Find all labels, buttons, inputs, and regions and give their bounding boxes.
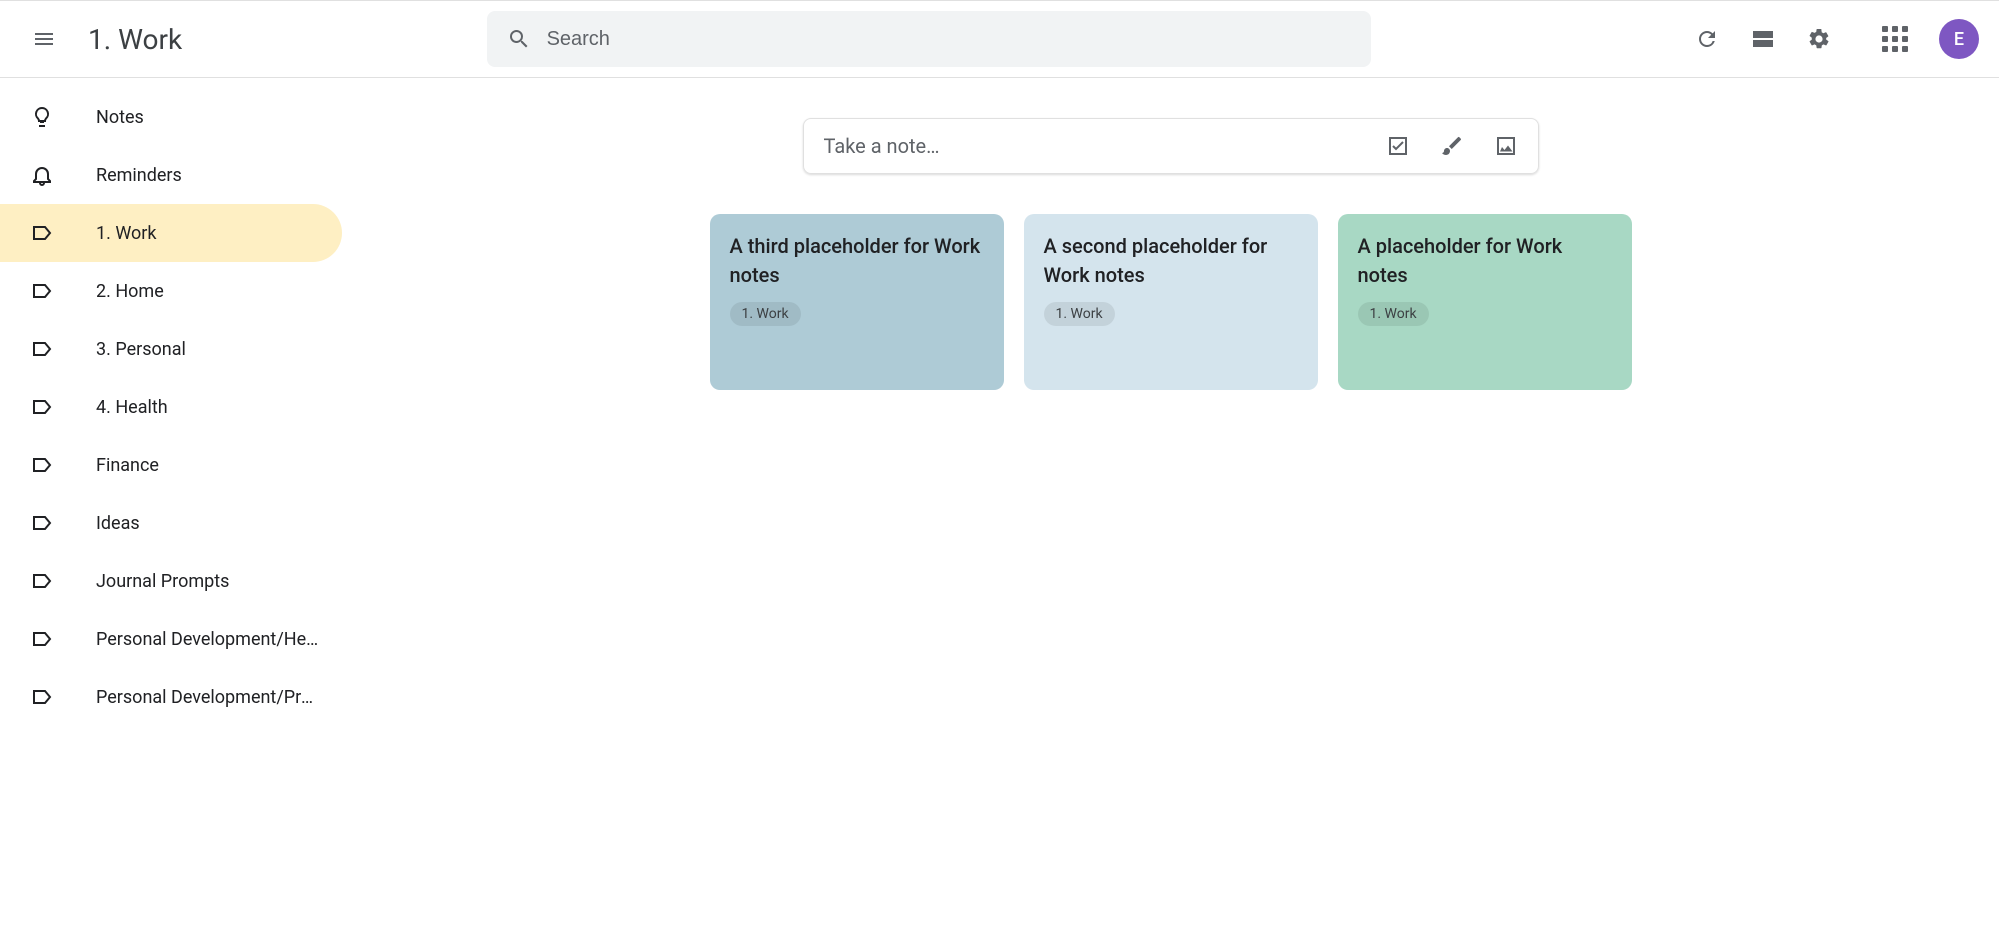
- settings-button[interactable]: [1795, 15, 1843, 63]
- label-icon: [30, 627, 54, 651]
- label-icon: [30, 279, 54, 303]
- sidebar-item-label: Notes: [96, 107, 164, 128]
- sidebar-item-label: Reminders: [96, 165, 202, 186]
- sidebar-item-1-work[interactable]: 1. Work: [0, 204, 342, 262]
- google-apps-button[interactable]: [1871, 15, 1919, 63]
- sidebar-item-personal-development-proj[interactable]: Personal Development/Proj…: [0, 668, 342, 726]
- label-icon: [30, 511, 54, 535]
- label-icon: [30, 685, 54, 709]
- sidebar-item-3-personal[interactable]: 3. Personal: [0, 320, 342, 378]
- sidebar-item-reminders[interactable]: Reminders: [0, 146, 342, 204]
- sidebar-item-label: Finance: [96, 455, 179, 476]
- note-card[interactable]: A placeholder for Work notes 1. Work: [1338, 214, 1632, 390]
- sidebar-item-label: Personal Development/Proj…: [96, 687, 342, 708]
- note-card[interactable]: A third placeholder for Work notes 1. Wor…: [710, 214, 1004, 390]
- bell-icon: [30, 163, 54, 187]
- bulb-icon: [30, 105, 54, 129]
- account-avatar[interactable]: E: [1939, 19, 1979, 59]
- sidebar-item-4-health[interactable]: 4. Health: [0, 378, 342, 436]
- note-card[interactable]: A second placeholder for Work notes 1. Wo…: [1024, 214, 1318, 390]
- main-content: Take a note… A third placeholder for Wor…: [342, 78, 1999, 946]
- note-title: A third placeholder for Work notes: [730, 232, 984, 290]
- sidebar-item-label: 2. Home: [96, 281, 184, 302]
- page-title: 1. Work: [88, 23, 182, 56]
- sidebar-item-journal-prompts[interactable]: Journal Prompts: [0, 552, 342, 610]
- search-bar[interactable]: [487, 11, 1371, 67]
- sidebar-item-label: Ideas: [96, 513, 160, 534]
- brush-icon: [1440, 134, 1464, 158]
- hamburger-icon: [32, 27, 56, 51]
- checkbox-icon: [1386, 134, 1410, 158]
- note-label-chip[interactable]: 1. Work: [1044, 302, 1115, 326]
- search-icon: [507, 27, 531, 51]
- new-image-note-button[interactable]: [1494, 134, 1518, 158]
- sidebar-item-ideas[interactable]: Ideas: [0, 494, 342, 552]
- sidebar-item-label: Journal Prompts: [96, 571, 249, 592]
- label-icon: [30, 221, 54, 245]
- sidebar-item-label: 4. Health: [96, 397, 188, 418]
- header: 1. Work E: [0, 0, 1999, 78]
- label-icon: [30, 453, 54, 477]
- take-note-input[interactable]: Take a note…: [824, 134, 1386, 158]
- new-list-button[interactable]: [1386, 134, 1410, 158]
- apps-grid-icon: [1882, 26, 1908, 52]
- gear-icon: [1807, 27, 1831, 51]
- refresh-icon: [1695, 27, 1719, 51]
- new-drawing-button[interactable]: [1440, 134, 1464, 158]
- sidebar-item-label: Personal Development/Heal…: [96, 629, 342, 650]
- sidebar-item-personal-development-heal[interactable]: Personal Development/Heal…: [0, 610, 342, 668]
- sidebar: Notes Reminders 1. Work 2. Home 3. Personal 4…: [0, 78, 342, 946]
- label-icon: [30, 569, 54, 593]
- take-note-bar: Take a note…: [803, 118, 1539, 174]
- notes-grid: A third placeholder for Work notes 1. Wor…: [342, 214, 1999, 390]
- list-view-button[interactable]: [1739, 15, 1787, 63]
- main-menu-button[interactable]: [20, 15, 68, 63]
- note-title: A placeholder for Work notes: [1358, 232, 1612, 290]
- note-title: A second placeholder for Work notes: [1044, 232, 1298, 290]
- list-view-icon: [1751, 27, 1775, 51]
- sidebar-item-finance[interactable]: Finance: [0, 436, 342, 494]
- label-icon: [30, 395, 54, 419]
- search-input[interactable]: [547, 28, 1351, 51]
- header-actions: E: [1683, 15, 1979, 63]
- sidebar-item-label: 3. Personal: [96, 339, 206, 360]
- sidebar-item-notes[interactable]: Notes: [0, 88, 342, 146]
- sidebar-item-label: 1. Work: [96, 223, 177, 244]
- refresh-button[interactable]: [1683, 15, 1731, 63]
- note-label-chip[interactable]: 1. Work: [730, 302, 801, 326]
- sidebar-item-2-home[interactable]: 2. Home: [0, 262, 342, 320]
- label-icon: [30, 337, 54, 361]
- note-label-chip[interactable]: 1. Work: [1358, 302, 1429, 326]
- image-icon: [1494, 134, 1518, 158]
